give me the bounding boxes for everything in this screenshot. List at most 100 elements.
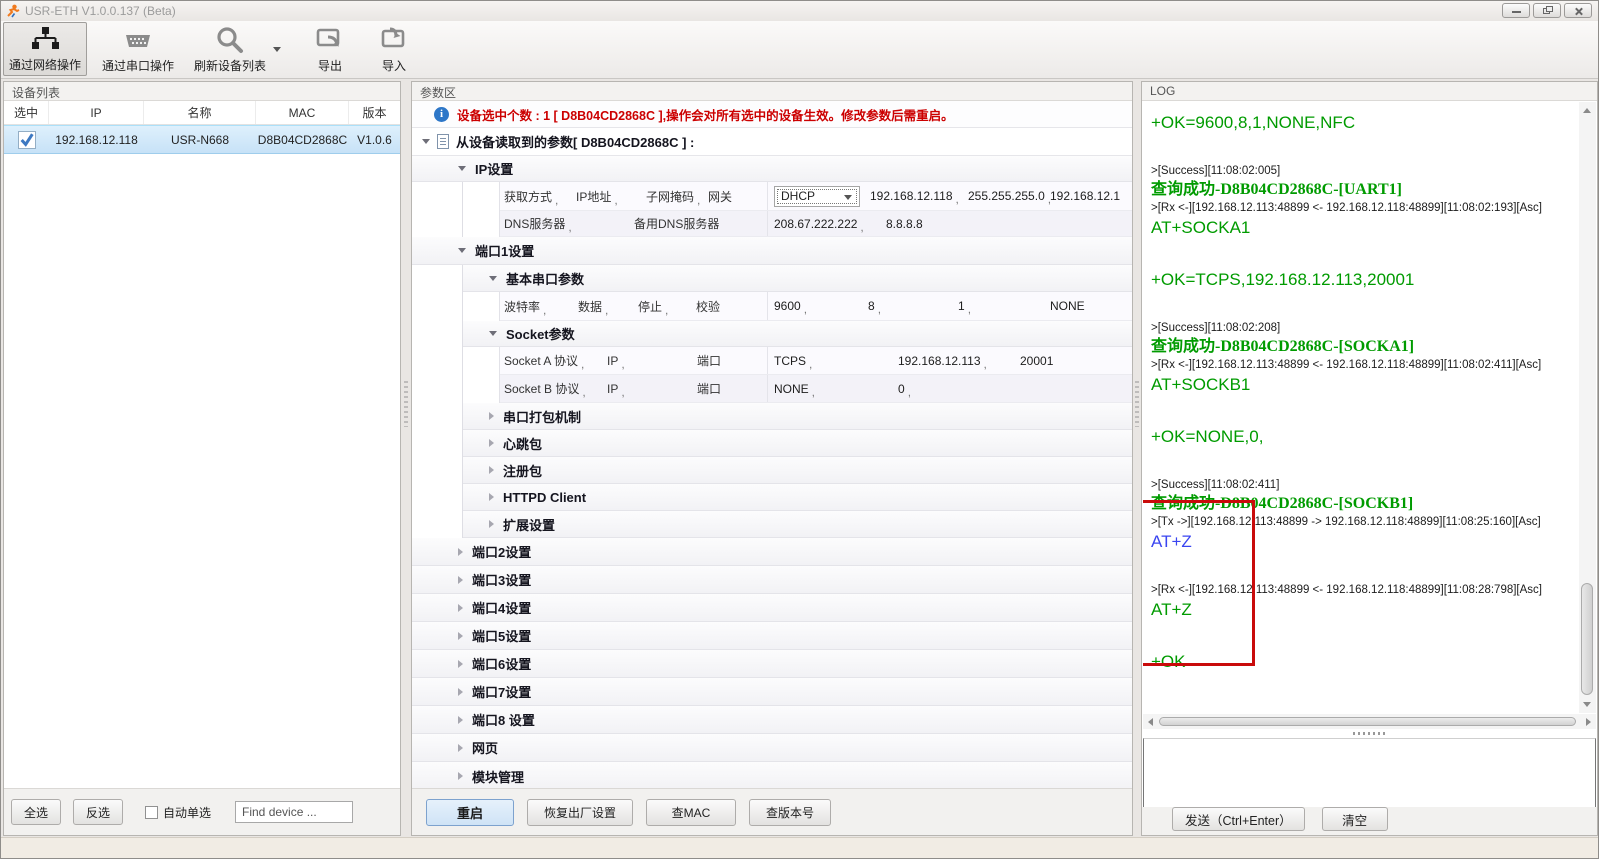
expand-arrow-icon[interactable] <box>458 716 463 724</box>
clear-button[interactable]: 清空 <box>1322 807 1388 831</box>
serial-mode-button[interactable]: 通过串口操作 <box>97 22 179 76</box>
section-socket-params[interactable]: Socket参数 <box>463 321 1132 347</box>
section-port4[interactable]: 端口4设置 <box>412 594 1132 622</box>
section-port8[interactable]: 端口8 设置 <box>412 706 1132 734</box>
device-version: V1.0.6 <box>349 126 400 153</box>
restore-button[interactable] <box>1533 3 1561 18</box>
col-ip: IP <box>49 101 144 124</box>
section-basic-serial[interactable]: 基本串口参数 <box>463 265 1132 292</box>
section-port2[interactable]: 端口2设置 <box>412 538 1132 566</box>
section-label: 端口4设置 <box>472 598 531 617</box>
section-registration[interactable]: 注册包 <box>463 457 1132 484</box>
select-all-button[interactable]: 全选 <box>11 799 61 825</box>
param-value[interactable]: NONE <box>1050 299 1085 313</box>
export-button[interactable]: 导出 <box>309 22 351 76</box>
left-splitter-handle[interactable] <box>404 381 408 427</box>
section-extended[interactable]: 扩展设置 <box>463 511 1132 538</box>
scroll-left-icon[interactable] <box>1148 718 1153 726</box>
expand-arrow-icon[interactable] <box>458 660 463 668</box>
dhcp-dropdown[interactable]: DHCP <box>774 186 860 207</box>
param-value[interactable]: 8.8.8.8 <box>886 217 923 231</box>
query-mac-button[interactable]: 查MAC <box>646 799 736 826</box>
param-label: IP <box>607 382 697 396</box>
auto-single-checkbox[interactable] <box>145 806 158 819</box>
expand-arrow-icon[interactable] <box>489 439 494 447</box>
section-port5[interactable]: 端口5设置 <box>412 622 1132 650</box>
expand-arrow-icon[interactable] <box>458 744 463 752</box>
device-table-row[interactable]: 192.168.12.118 USR-N668 D8B04CD2868C V1.… <box>4 125 400 154</box>
expand-arrow-icon[interactable] <box>489 520 494 528</box>
minimize-button[interactable] <box>1502 3 1530 18</box>
device-checkbox[interactable] <box>18 131 36 149</box>
scroll-down-icon[interactable] <box>1583 702 1591 707</box>
send-data-input[interactable] <box>1143 738 1596 809</box>
send-button[interactable]: 发送（Ctrl+Enter） <box>1172 807 1305 831</box>
param-value[interactable]: 8 <box>868 299 958 313</box>
factory-reset-button[interactable]: 恢复出厂设置 <box>527 799 633 826</box>
expand-arrow-icon[interactable] <box>489 466 494 474</box>
find-device-input[interactable] <box>235 801 353 823</box>
collapse-arrow-icon[interactable] <box>458 248 466 253</box>
expand-arrow-icon[interactable] <box>458 576 463 584</box>
right-splitter-handle[interactable] <box>1135 381 1139 427</box>
collapse-arrow-icon[interactable] <box>458 166 466 171</box>
section-port3[interactable]: 端口3设置 <box>412 566 1132 594</box>
title-bar[interactable]: USR-ETH V1.0.0.137 (Beta) <box>1 1 1598 21</box>
log-horizontal-scrollbar[interactable] <box>1143 714 1596 729</box>
scrollbar-thumb[interactable] <box>1159 717 1576 726</box>
param-value[interactable]: 0 <box>898 382 1020 396</box>
param-value[interactable]: 1 <box>958 299 1050 313</box>
log-gap <box>1151 243 1579 269</box>
refresh-dropdown-arrow-icon[interactable] <box>273 47 281 52</box>
expand-arrow-icon[interactable] <box>489 493 494 501</box>
scroll-up-icon[interactable] <box>1583 108 1591 113</box>
expand-arrow-icon[interactable] <box>458 688 463 696</box>
param-value[interactable]: 255.255.255.0 <box>968 189 1050 203</box>
col-mac: MAC <box>256 101 349 124</box>
log-gap <box>1151 138 1579 164</box>
collapse-arrow-icon[interactable] <box>489 331 497 336</box>
section-webpage[interactable]: 网页 <box>412 734 1132 762</box>
param-value[interactable]: NONE <box>774 382 898 396</box>
restart-button[interactable]: 重启 <box>426 799 514 826</box>
expand-arrow-icon[interactable] <box>458 604 463 612</box>
param-value[interactable]: 20001 <box>1020 354 1053 368</box>
red-annotation-rectangle <box>1143 500 1255 666</box>
log-splitter[interactable] <box>1142 730 1597 737</box>
network-mode-button[interactable]: 通过网络操作 <box>3 22 87 76</box>
query-version-button[interactable]: 查版本号 <box>749 799 831 826</box>
param-value[interactable]: 192.168.12.118 <box>870 189 968 203</box>
param-value[interactable]: 208.67.222.222 <box>774 217 886 231</box>
section-heartbeat[interactable]: 心跳包 <box>463 430 1132 457</box>
log-gap <box>1151 400 1579 426</box>
close-button[interactable] <box>1564 3 1592 18</box>
log-line: 查询成功-D8B04CD2868C-[UART1] <box>1151 180 1579 199</box>
scroll-right-icon[interactable] <box>1586 718 1591 726</box>
section-port1-settings[interactable]: 端口1设置 <box>412 237 1132 265</box>
scrollbar-thumb[interactable] <box>1581 583 1593 695</box>
param-value[interactable]: 192.168.12.1 <box>1050 189 1120 203</box>
invert-select-button[interactable]: 反选 <box>73 799 123 825</box>
section-module-management[interactable]: 模块管理 <box>412 762 1132 790</box>
expand-arrow-icon[interactable] <box>458 772 463 780</box>
import-button[interactable]: 导入 <box>373 22 415 76</box>
section-port6[interactable]: 端口6设置 <box>412 650 1132 678</box>
refresh-device-list-button[interactable]: 刷新设备列表 <box>189 22 271 76</box>
expand-arrow-icon[interactable] <box>489 412 494 420</box>
param-value[interactable]: TCPS <box>774 354 898 368</box>
section-httpd-client[interactable]: HTTPD Client <box>463 484 1132 511</box>
param-label: 端口 <box>697 380 721 397</box>
param-value[interactable]: 192.168.12.113 <box>898 354 1020 368</box>
log-vertical-scrollbar[interactable] <box>1579 102 1596 713</box>
param-value[interactable]: 9600 <box>774 299 868 313</box>
section-ip-settings[interactable]: IP设置 <box>412 156 1132 182</box>
log-line: AT+SOCKA1 <box>1151 217 1579 238</box>
collapse-arrow-icon[interactable] <box>489 276 497 281</box>
section-port7[interactable]: 端口7设置 <box>412 678 1132 706</box>
collapse-arrow-icon[interactable] <box>422 139 430 144</box>
expand-arrow-icon[interactable] <box>458 632 463 640</box>
section-packing[interactable]: 串口打包机制 <box>463 403 1132 430</box>
tree-root-row[interactable]: 从设备读取到的参数[ D8B04CD2868C ] : <box>412 128 1132 156</box>
log-output[interactable]: +OK=9600,8,1,NONE,NFC >[Success][11:08:0… <box>1143 102 1579 713</box>
expand-arrow-icon[interactable] <box>458 548 463 556</box>
